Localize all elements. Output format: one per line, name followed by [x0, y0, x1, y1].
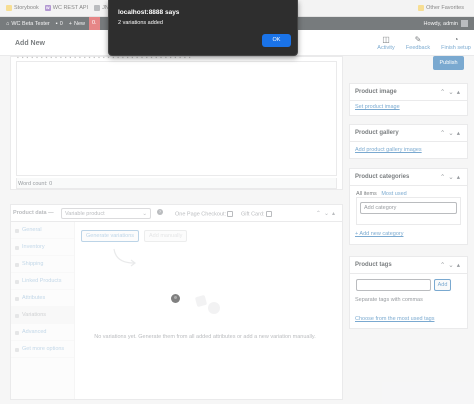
ok-button[interactable]: OK: [262, 34, 291, 47]
dialog-message: 2 variations added: [118, 20, 163, 26]
dialog-title: localhost:8888 says: [118, 9, 180, 16]
alert-dialog: localhost:8888 says 2 variations added O…: [108, 0, 298, 56]
modal-overlay: [0, 0, 474, 404]
